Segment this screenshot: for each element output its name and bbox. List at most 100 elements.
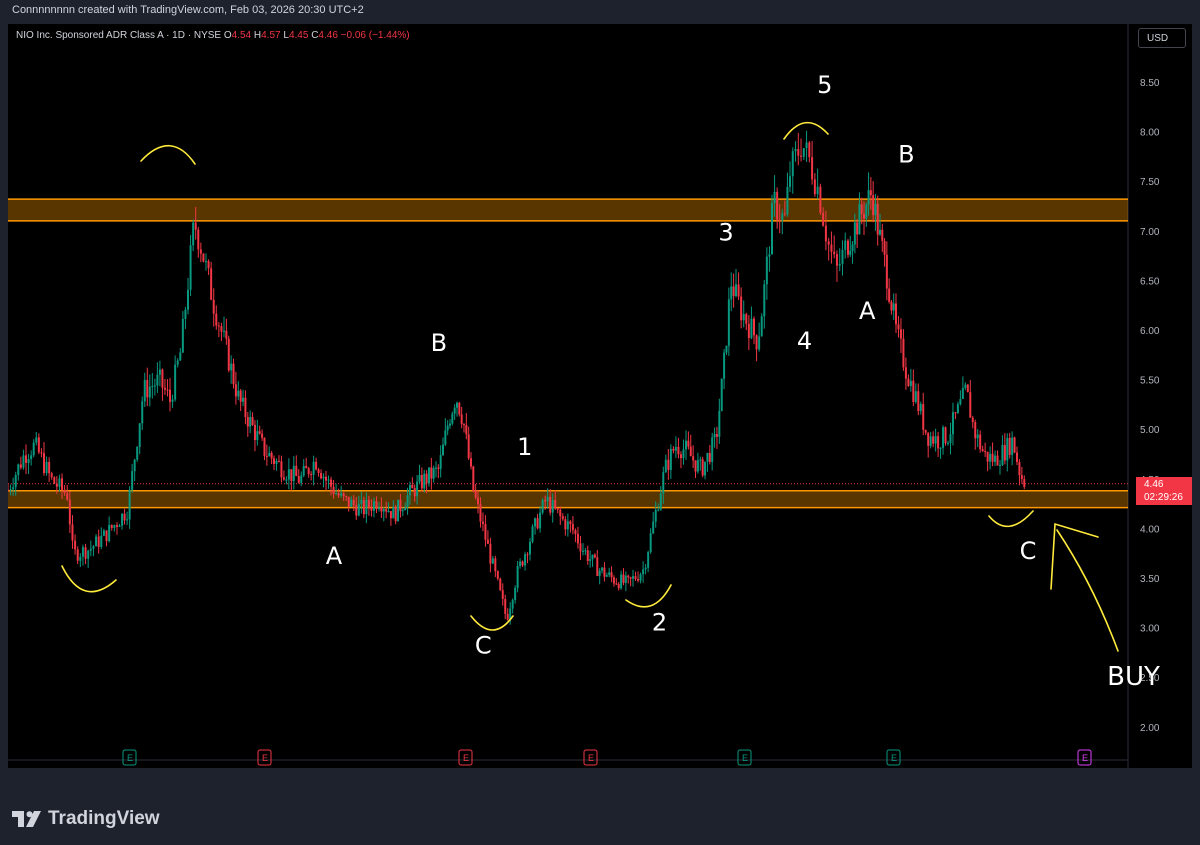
candle-body xyxy=(657,509,660,511)
candle-body xyxy=(976,434,979,439)
wave-label: 1 xyxy=(517,433,532,461)
candle-body xyxy=(392,506,395,519)
y-tick-label: 8.00 xyxy=(1140,128,1160,139)
candle-body xyxy=(727,299,730,346)
candle-body xyxy=(776,191,779,220)
candle-body xyxy=(202,253,205,262)
candle-body xyxy=(287,469,290,480)
candle-body xyxy=(504,599,507,614)
candle-body xyxy=(1013,437,1016,453)
candle-body xyxy=(68,499,71,525)
candle-body xyxy=(750,318,753,339)
tradingview-logo[interactable]: TradingView xyxy=(12,808,160,830)
candle-body xyxy=(163,387,166,390)
candle-body xyxy=(138,423,141,447)
candle-body xyxy=(8,489,9,491)
candle-body xyxy=(620,574,623,589)
candle-body xyxy=(1023,479,1026,488)
candle-body xyxy=(58,478,61,487)
earnings-marker-letter: E xyxy=(127,753,133,763)
candle-body xyxy=(360,499,363,504)
candle-body xyxy=(199,249,202,254)
candle-body xyxy=(131,471,134,490)
candle-body xyxy=(723,352,726,379)
candle-body xyxy=(964,384,967,388)
candle-body xyxy=(171,399,174,402)
candle-body xyxy=(128,489,131,520)
candle-body xyxy=(258,431,261,434)
candle-body xyxy=(345,496,348,498)
candle-body xyxy=(97,536,100,547)
candle-body xyxy=(1006,437,1009,461)
candle-body xyxy=(467,434,470,459)
candle-body xyxy=(956,404,959,413)
candle-body xyxy=(566,521,569,530)
candle-body xyxy=(521,561,524,566)
candle-body xyxy=(682,449,685,459)
candle-body xyxy=(74,540,77,550)
chart-panel[interactable]: 2.002.503.003.504.004.505.005.506.006.50… xyxy=(8,24,1192,768)
candle-body xyxy=(19,464,22,468)
y-tick-label: 4.00 xyxy=(1140,524,1160,535)
price-chart[interactable]: 2.002.503.003.504.004.505.005.506.006.50… xyxy=(8,24,1192,768)
candle-body xyxy=(37,437,40,453)
candle-body xyxy=(745,314,748,324)
candle-body xyxy=(365,499,368,515)
candle-body xyxy=(437,467,440,469)
candle-body xyxy=(261,433,264,438)
candle-body xyxy=(996,455,999,466)
candle-body xyxy=(944,427,947,444)
currency-button[interactable]: USD xyxy=(1138,28,1186,48)
candle-body xyxy=(872,195,875,216)
candle-body xyxy=(524,554,527,566)
candle-body xyxy=(654,510,657,522)
wave-label: C xyxy=(475,631,492,659)
earnings-marker-letter: E xyxy=(891,753,897,763)
candle-body xyxy=(632,576,634,579)
candle-body xyxy=(551,500,554,513)
candle-body xyxy=(280,461,283,478)
candle-body xyxy=(432,468,435,479)
candle-body xyxy=(118,525,121,527)
candle-body xyxy=(835,254,838,266)
candle-body xyxy=(79,556,82,561)
earnings-marker-letter: E xyxy=(742,753,748,763)
candle-body xyxy=(1016,452,1018,463)
candle-body xyxy=(307,468,310,475)
candle-body xyxy=(768,254,771,257)
candle-body xyxy=(596,557,599,576)
candle-body xyxy=(297,476,300,483)
candle-body xyxy=(282,477,285,480)
candle-body xyxy=(418,474,421,482)
candle-body xyxy=(773,191,776,204)
candle-body xyxy=(694,460,697,472)
candle-body xyxy=(380,507,383,512)
candle-body xyxy=(969,392,972,418)
candle-body xyxy=(994,455,997,462)
candle-body xyxy=(858,204,861,235)
candle-body xyxy=(571,524,574,531)
open-value: 4.54 xyxy=(231,30,252,41)
candle-body xyxy=(1001,444,1004,465)
candle-body xyxy=(166,389,169,391)
candle-body xyxy=(22,455,25,468)
candle-body xyxy=(816,186,819,195)
candle-body xyxy=(227,338,230,371)
candle-body xyxy=(615,583,618,585)
candle-body xyxy=(322,476,325,479)
candle-body xyxy=(335,493,338,495)
candle-body xyxy=(986,451,989,462)
candle-body xyxy=(971,417,974,423)
candle-body xyxy=(325,476,327,481)
candle-body xyxy=(863,214,865,219)
candle-body xyxy=(579,543,582,552)
candle-body xyxy=(544,499,547,502)
candle-body xyxy=(539,512,542,529)
candle-body xyxy=(43,453,45,474)
candle-body xyxy=(494,558,497,572)
candle-body xyxy=(674,446,677,451)
candle-body xyxy=(830,244,833,252)
candle-body xyxy=(574,530,577,534)
candle-body xyxy=(536,518,539,529)
candle-body xyxy=(689,446,692,457)
